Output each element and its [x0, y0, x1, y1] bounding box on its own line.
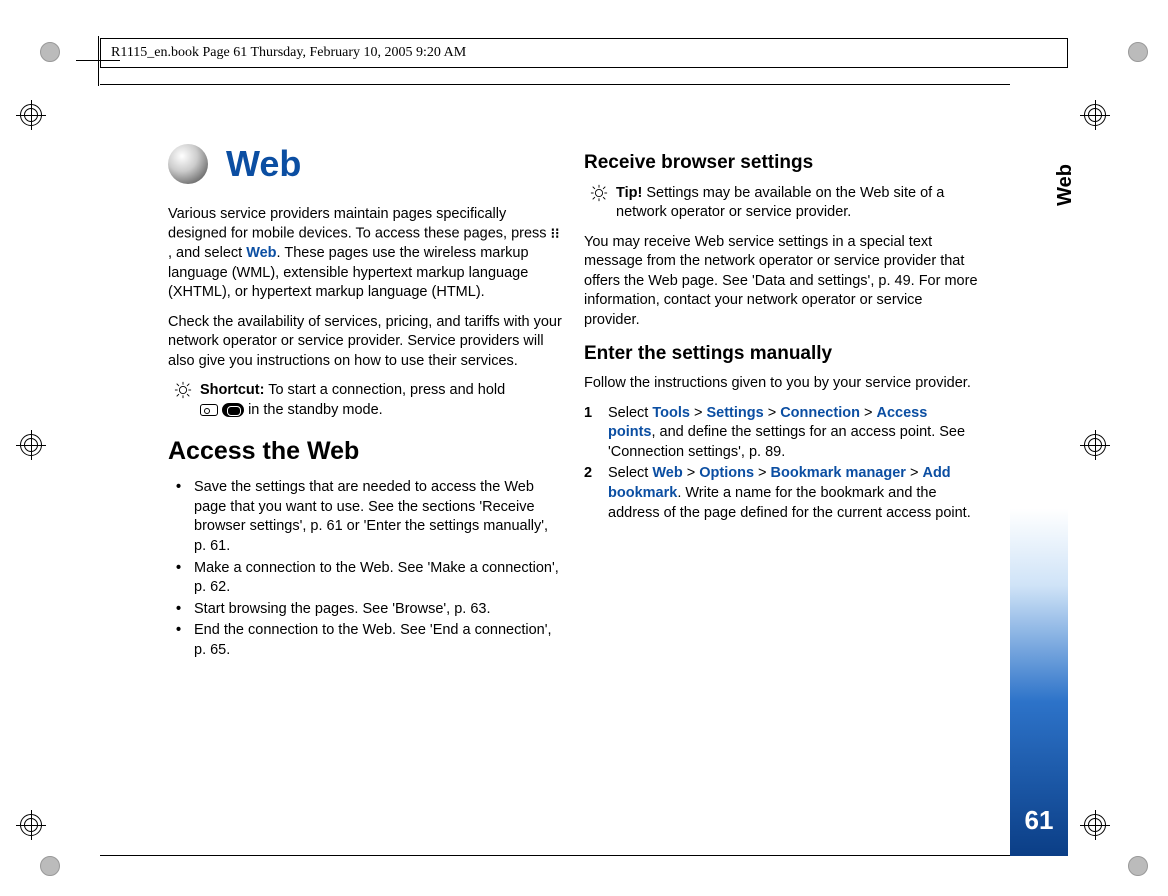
corner-dot	[40, 856, 60, 876]
page-title-row: Web	[168, 140, 562, 189]
link-bookmark-manager: Bookmark manager	[771, 465, 906, 481]
corner-dot	[40, 42, 60, 62]
crop-line	[98, 36, 99, 86]
link-web: Web	[652, 465, 682, 481]
zero-key-icon	[200, 404, 218, 416]
access-web-list: Save the settings that are needed to acc…	[168, 478, 562, 660]
list-item: Start browsing the pages. See 'Browse', …	[176, 600, 562, 620]
registration-mark	[16, 430, 46, 460]
intro-paragraph-2: Check the availability of services, pric…	[168, 313, 562, 372]
column-right: Receive browser settings Tip! Settings m…	[584, 140, 978, 816]
link-connection: Connection	[780, 405, 860, 421]
corner-dot	[1128, 856, 1148, 876]
tip-block: Tip! Settings may be available on the We…	[584, 184, 978, 223]
list-item: End the connection to the Web. See 'End …	[176, 621, 562, 660]
header-text: R1115_en.book Page 61 Thursday, February…	[111, 45, 466, 60]
trim-line	[100, 855, 1068, 856]
manual-steps-list: 1 Select Tools > Settings > Connection >…	[584, 404, 978, 523]
list-item: Make a connection to the Web. See 'Make …	[176, 559, 562, 598]
enter-manually-intro: Follow the instructions given to you by …	[584, 374, 978, 394]
intro-paragraph-1: Various service providers maintain pages…	[168, 205, 562, 303]
link-options: Options	[699, 465, 754, 481]
tip-icon	[590, 184, 608, 202]
globe-icon	[168, 144, 208, 184]
link-tools: Tools	[652, 405, 690, 421]
registration-mark	[1080, 430, 1110, 460]
list-item: 1 Select Tools > Settings > Connection >…	[584, 404, 978, 463]
heading-receive-settings: Receive browser settings	[584, 150, 978, 176]
tab-label: Web	[1054, 164, 1077, 206]
page-number: 61	[1010, 805, 1068, 836]
page-content: Web Various service providers maintain p…	[168, 140, 978, 816]
heading-access-web: Access the Web	[168, 435, 562, 469]
registration-mark	[1080, 100, 1110, 130]
shortcut-block: Shortcut: To start a connection, press a…	[168, 381, 562, 420]
corner-dot	[1128, 42, 1148, 62]
receive-settings-text: You may receive Web service settings in …	[584, 233, 978, 331]
side-tab: Web 61	[1010, 84, 1068, 856]
shortcut-label: Shortcut:	[200, 382, 264, 398]
document-header: R1115_en.book Page 61 Thursday, February…	[100, 38, 1068, 68]
link-settings: Settings	[706, 405, 763, 421]
list-item: Save the settings that are needed to acc…	[176, 478, 562, 556]
registration-mark	[1080, 810, 1110, 840]
menu-key-icon: ⁝⁝	[551, 224, 560, 243]
column-left: Web Various service providers maintain p…	[168, 140, 562, 816]
heading-enter-manually: Enter the settings manually	[584, 341, 978, 367]
list-item: 2 Select Web > Options > Bookmark manage…	[584, 464, 978, 523]
tip-icon	[174, 381, 192, 399]
trim-line	[100, 84, 1068, 85]
page-title: Web	[226, 140, 301, 189]
tip-label: Tip!	[616, 185, 642, 201]
registration-mark	[16, 100, 46, 130]
link-web: Web	[246, 245, 276, 261]
registration-mark	[16, 810, 46, 840]
call-key-icon	[222, 403, 244, 417]
